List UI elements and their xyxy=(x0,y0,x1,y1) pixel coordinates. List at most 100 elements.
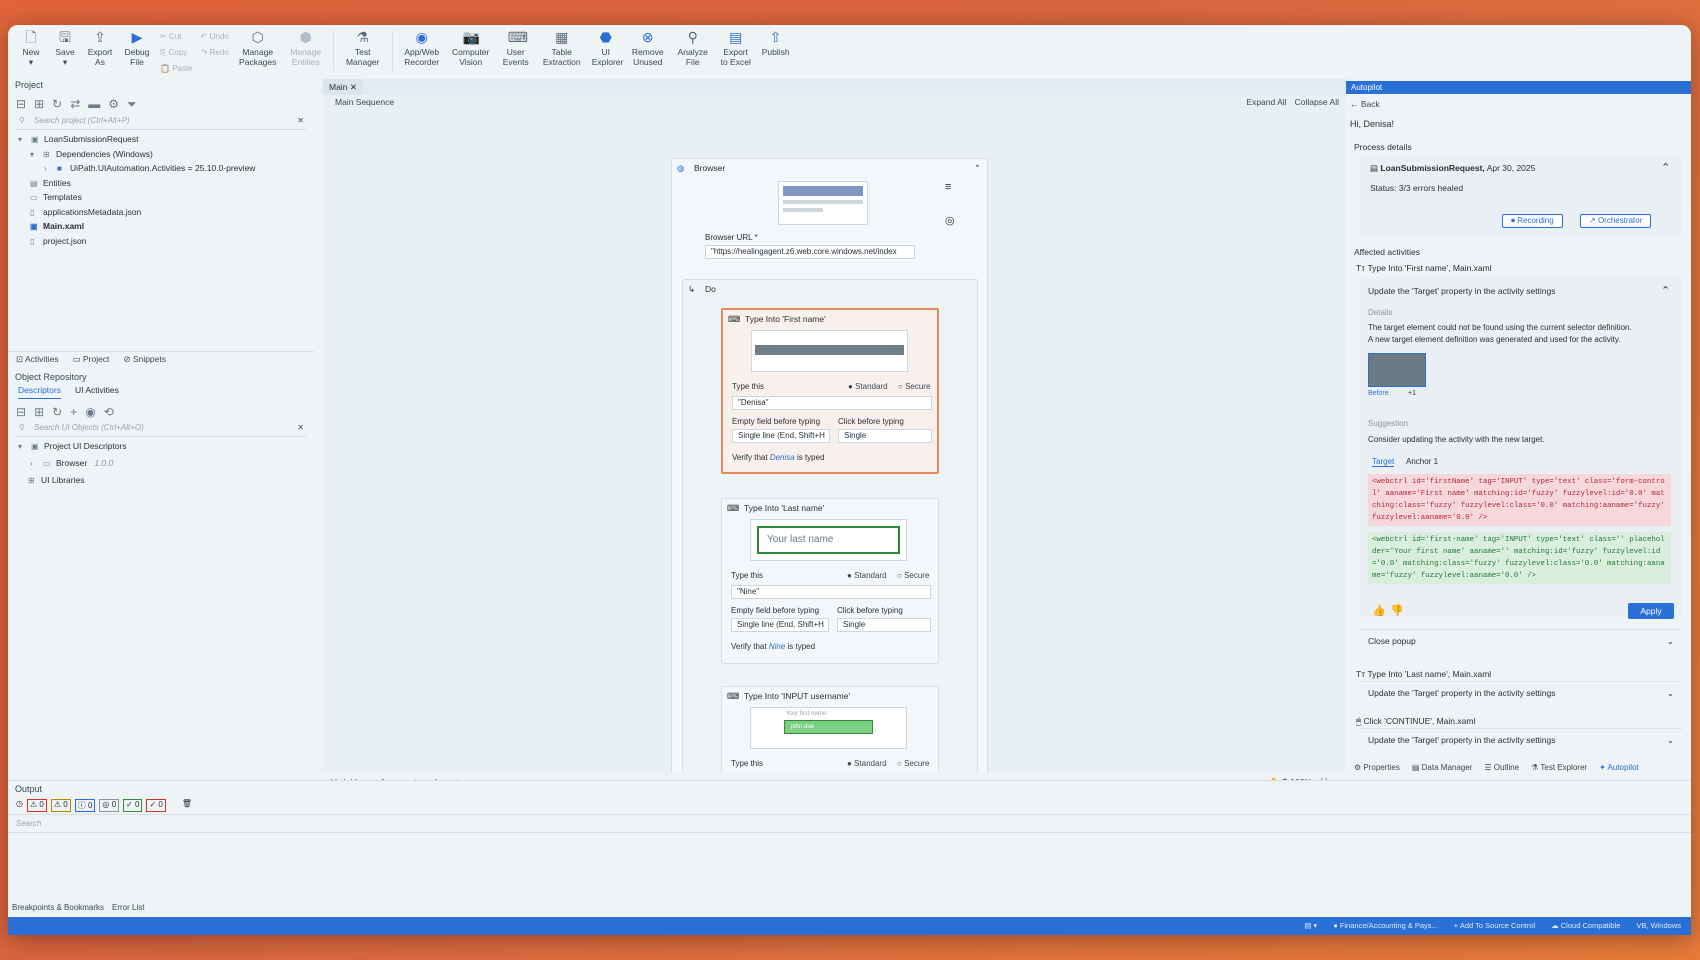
clear-icon[interactable]: ✕ xyxy=(297,116,304,125)
tab-ui-activities[interactable]: UI Activities xyxy=(75,385,119,399)
analyze-file-button[interactable]: ⚲ Analyze File xyxy=(676,29,710,67)
table-extraction-button[interactable]: ▦ Table Extraction xyxy=(542,29,582,67)
click-before-select[interactable]: Single xyxy=(837,618,931,632)
refresh-icon[interactable]: ↻ xyxy=(52,97,62,112)
tree-item[interactable]: ▾ ▣ Project UI Descriptors xyxy=(18,439,314,456)
redo-button[interactable]: ↷ Redo xyxy=(201,45,229,61)
status-cloud[interactable]: ☁ Cloud Compatible xyxy=(1551,917,1620,935)
update-target-row-2[interactable]: Update the 'Target' property in the acti… xyxy=(1360,681,1682,703)
before-thumbnail[interactable] xyxy=(1368,353,1426,387)
tab-project[interactable]: ▭ Project xyxy=(73,354,110,365)
thumbs-down-icon[interactable]: 👎 xyxy=(1390,604,1404,617)
export-as-button[interactable]: ⇪ Export As xyxy=(87,29,113,67)
object-search-input[interactable]: ⚲ Search UI Objects (Ctrl+Alt+O) ✕ xyxy=(16,423,306,437)
clock-icon[interactable]: ◷ xyxy=(16,799,23,812)
tab-descriptors[interactable]: Descriptors xyxy=(18,385,61,399)
warnings-filter[interactable]: ⚠ 0 xyxy=(50,799,71,812)
status-platform[interactable]: VB, Windows xyxy=(1636,917,1681,935)
errors-filter[interactable]: ⚠ 0 xyxy=(26,799,47,812)
tree-item[interactable]: ▾ ⊞ Dependencies (Windows) xyxy=(18,147,314,162)
secure-radio[interactable]: ○ Secure xyxy=(897,759,929,768)
tree-item[interactable]: › ▭ Browser 1.0.0 xyxy=(18,456,314,473)
close-tab-icon[interactable]: ✕ xyxy=(350,82,357,92)
tree-item[interactable]: ▤ Entities xyxy=(18,176,314,191)
copy-button[interactable]: ⎘ Copy xyxy=(160,45,193,61)
standard-radio[interactable]: ● Standard xyxy=(848,382,888,391)
menu-icon[interactable]: ≡ xyxy=(945,181,951,193)
tab-autopilot[interactable]: ✦ Autopilot xyxy=(1599,759,1639,777)
output-search-input[interactable]: Search xyxy=(8,814,1691,833)
tab-outline[interactable]: ☰ Outline xyxy=(1484,759,1519,777)
breakpoints-tab[interactable]: Breakpoints & Bookmarks xyxy=(12,903,104,912)
empty-field-select[interactable]: Single line (End, Shift+H xyxy=(732,429,830,443)
tree-item[interactable]: ⊞ UI Libraries xyxy=(18,473,314,490)
folder-icon[interactable]: ▬ xyxy=(88,97,100,112)
tab-test-explorer[interactable]: ⚗ Test Explorer xyxy=(1531,759,1587,777)
tab-properties[interactable]: ⚙ Properties xyxy=(1354,759,1400,777)
standard-radio[interactable]: ● Standard xyxy=(847,759,887,768)
standard-radio[interactable]: ● Standard xyxy=(847,571,887,580)
new-button[interactable]: 🗋 New ▾ xyxy=(19,29,43,67)
capture-icon[interactable]: ◉ xyxy=(85,405,95,419)
collapse-icon[interactable]: ⊟ xyxy=(16,97,26,112)
browser-url-input[interactable]: "https://healingagent.z6.web.core.window… xyxy=(705,245,915,259)
collapse-icon[interactable]: ⌃ xyxy=(1661,284,1670,297)
tree-item[interactable]: ▣ Main.xaml xyxy=(18,219,314,234)
tab-data-manager[interactable]: ▤ Data Manager xyxy=(1412,759,1472,777)
affected-activity-2[interactable]: Tт Type Into 'Last name', Main.xaml xyxy=(1356,669,1491,679)
recording-button[interactable]: ⏺ Recording xyxy=(1502,214,1563,228)
secure-radio[interactable]: ○ Secure xyxy=(898,382,930,391)
status-finance[interactable]: ● Finance/Accounting & Pays... xyxy=(1333,917,1438,935)
info-filter[interactable]: ⓘ 0 xyxy=(74,799,96,812)
trace-filter[interactable]: ◎ 0 xyxy=(99,799,120,812)
publish-button[interactable]: ⇧ Publish xyxy=(762,29,790,57)
debug-file-button[interactable]: ▶ Debug File xyxy=(123,29,151,67)
apply-button[interactable]: Apply xyxy=(1628,603,1674,619)
trash-icon[interactable]: 🗑 xyxy=(182,799,192,812)
activity-type-into-first-name[interactable]: ⌨ Type Into 'First name' Type this ● Stan… xyxy=(721,308,939,474)
click-before-select[interactable]: Single xyxy=(838,429,932,443)
project-search-input[interactable]: ⚲ Search project (Ctrl+Alt+P) ✕ xyxy=(16,116,306,130)
undo-button[interactable]: ↶ Undo xyxy=(201,29,229,45)
test-manager-button[interactable]: ⚗ Test Manager xyxy=(343,29,383,67)
paste-button[interactable]: 📋 Paste xyxy=(160,61,193,77)
expand-all-button[interactable]: Expand All xyxy=(1246,97,1286,107)
tab-snippets[interactable]: ⊘ Snippets xyxy=(123,354,166,365)
browser-scope-card[interactable]: ◍ Browser ⌃ ≡ ◎ Browser URL * "https://hea… xyxy=(671,158,988,799)
success-filter[interactable]: ✓ 0 xyxy=(123,799,143,812)
update-target-row-3[interactable]: Update the 'Target' property in the acti… xyxy=(1360,728,1682,750)
do-sequence[interactable]: ↳ Do ⌨ Type Into 'First name' Type this ● … xyxy=(682,279,978,799)
back-link[interactable]: ← Back xyxy=(1350,99,1380,109)
collapse-icon[interactable]: ⌃ xyxy=(1661,161,1670,174)
status-source-control[interactable]: + Add To Source Control xyxy=(1454,917,1535,935)
settings-icon[interactable]: ⚙ xyxy=(108,97,119,112)
affected-activity-3[interactable]: 🖱 Click 'CONTINUE', Main.xaml xyxy=(1356,716,1475,727)
expand-icon[interactable]: ⊞ xyxy=(34,97,44,112)
error-list-tab[interactable]: Error List xyxy=(112,903,144,912)
type-this-input[interactable]: "Denisa" xyxy=(732,396,932,410)
manage-packages-button[interactable]: ⬡ Manage Packages xyxy=(238,29,278,67)
tab-main[interactable]: Main ✕ xyxy=(323,79,363,95)
orchestrator-button[interactable]: ↗ Orchestrator xyxy=(1580,214,1652,228)
expand-icon[interactable]: ⊞ xyxy=(34,405,44,419)
filter-icon[interactable]: ⏷ xyxy=(127,97,137,112)
save-button[interactable]: 🖫 Save ▾ xyxy=(53,29,77,67)
link-icon[interactable]: ⟲ xyxy=(104,405,114,419)
add-icon[interactable]: + xyxy=(70,405,77,419)
close-popup-row[interactable]: Close popup ⌄ xyxy=(1360,629,1682,651)
cut-button[interactable]: ✂ Cut xyxy=(160,29,193,45)
target-icon[interactable]: ◎ xyxy=(945,214,955,227)
refresh-icon[interactable]: ↻ xyxy=(52,405,62,419)
tree-item[interactable]: ▭ Templates xyxy=(18,190,314,205)
computer-vision-button[interactable]: 📷 Computer Vision xyxy=(452,29,490,67)
tab-target[interactable]: Target xyxy=(1372,457,1395,467)
tree-item[interactable]: ▯ project.json xyxy=(18,234,314,249)
ui-explorer-button[interactable]: ⬣ UI Explorer xyxy=(592,29,624,67)
collapse-icon[interactable]: ⊟ xyxy=(16,405,26,419)
user-events-button[interactable]: ⌨ User Events xyxy=(500,29,532,67)
type-this-input[interactable]: "Nine" xyxy=(731,585,931,599)
tab-activities[interactable]: ⊡ Activities xyxy=(16,354,59,365)
thumbs-up-icon[interactable]: 👍 xyxy=(1372,604,1386,617)
affected-activity-1[interactable]: Tт Type Into 'First name', Main.xaml xyxy=(1356,263,1492,273)
remove-unused-button[interactable]: ⊗ Remove Unused xyxy=(630,29,666,67)
